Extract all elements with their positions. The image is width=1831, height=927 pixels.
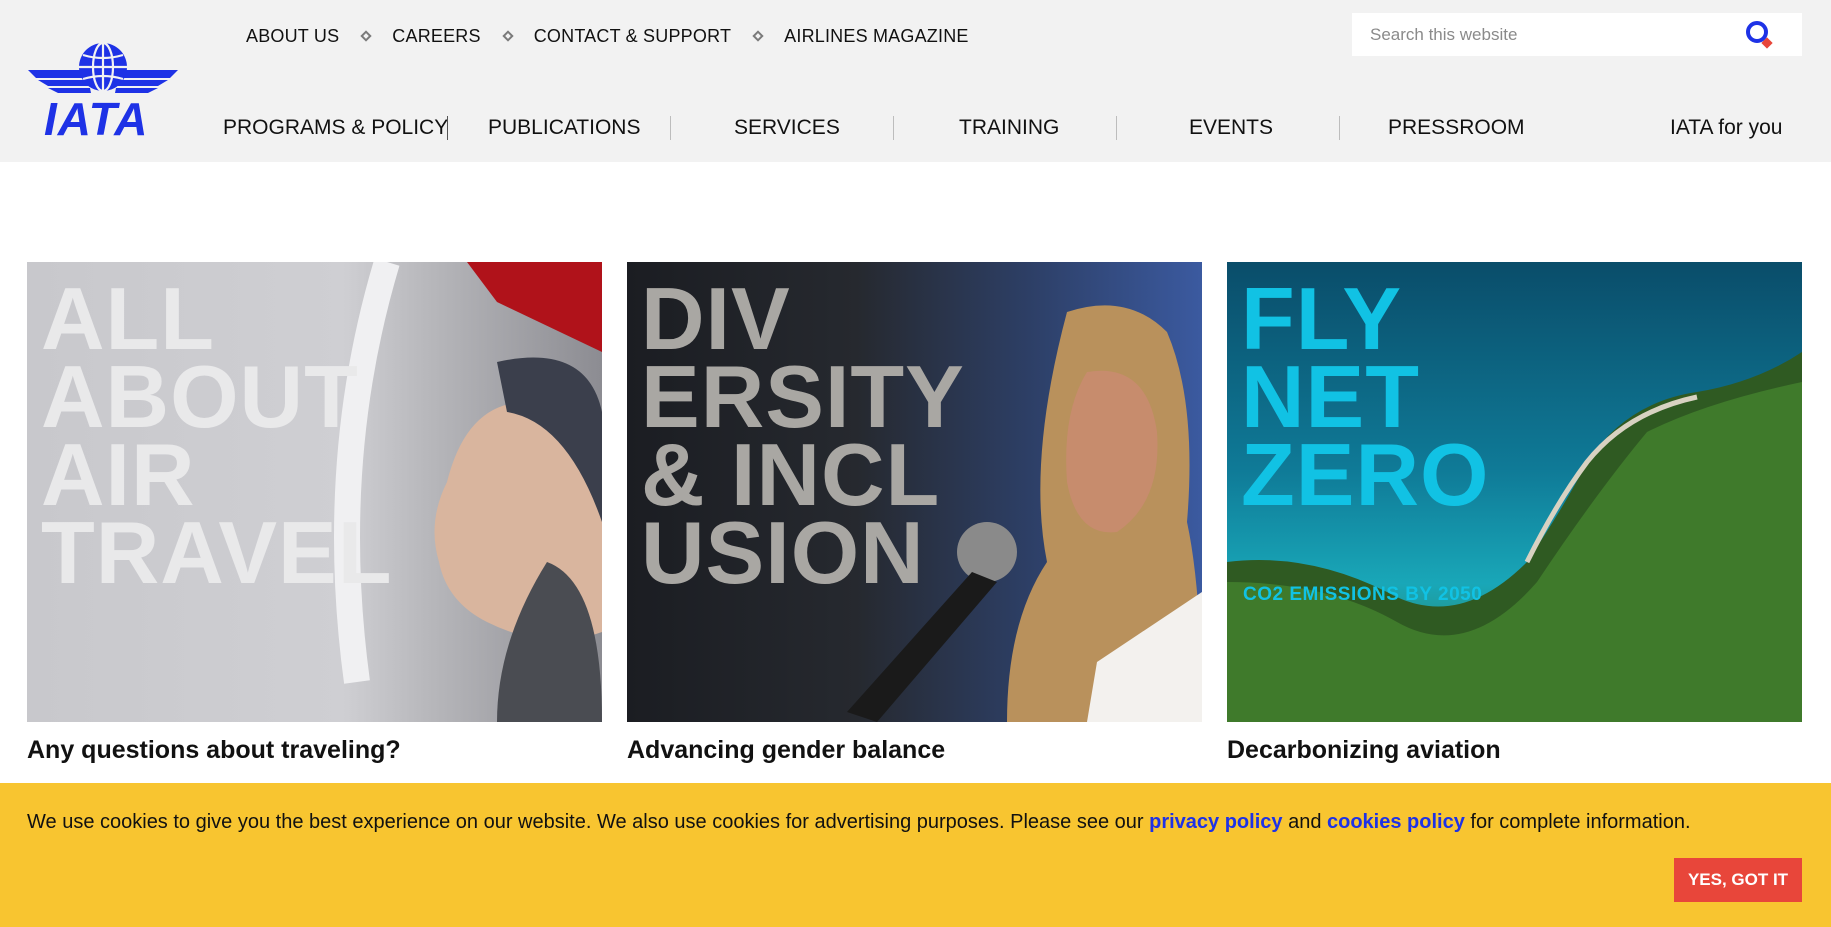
cookies-policy-link[interactable]: cookies policy (1327, 811, 1465, 833)
card-image-subtext: CO2 EMISSIONS BY 2050 (1243, 584, 1483, 605)
search-button[interactable] (1744, 19, 1778, 51)
nav-programs-policy[interactable]: PROGRAMS & POLICY (223, 110, 448, 146)
nav-publications[interactable]: PUBLICATIONS (488, 110, 640, 146)
search-box (1352, 13, 1802, 56)
main-nav: PROGRAMS & POLICY PUBLICATIONS SERVICES … (210, 110, 1810, 146)
nav-services[interactable]: SERVICES (734, 110, 840, 146)
card-image-text: ALL ABOUT AIR TRAVEL (41, 269, 393, 602)
util-link-about-us[interactable]: ABOUT US (246, 26, 339, 47)
card-title[interactable]: Decarbonizing aviation (1227, 736, 1501, 765)
diamond-separator-icon (502, 30, 514, 42)
logo-wordmark: IATA (44, 93, 149, 145)
accept-cookies-button[interactable]: YES, GOT IT (1674, 858, 1802, 902)
cookie-text-middle: and (1282, 811, 1327, 833)
card-image-net-zero: FLY NET ZERO CO2 EMISSIONS BY 2050 (1227, 262, 1802, 722)
site-header: IATA ABOUT US CAREERS CONTACT & SUPPORT … (0, 0, 1831, 162)
diamond-separator-icon (360, 30, 372, 42)
nav-iata-for-you[interactable]: IATA for you (1670, 110, 1782, 146)
diamond-separator-icon (752, 30, 764, 42)
card-air-travel[interactable]: ALL ABOUT AIR TRAVEL Any questions about… (27, 262, 602, 764)
util-link-contact-support[interactable]: CONTACT & SUPPORT (534, 26, 731, 47)
nav-divider (893, 116, 894, 140)
card-title[interactable]: Any questions about traveling? (27, 736, 401, 765)
nav-events[interactable]: EVENTS (1189, 110, 1273, 146)
cookie-text-after: for complete information. (1464, 811, 1691, 833)
nav-divider (447, 116, 448, 140)
card-title[interactable]: Advancing gender balance (627, 736, 945, 765)
card-image-air-travel: ALL ABOUT AIR TRAVEL (27, 262, 602, 722)
util-link-careers[interactable]: CAREERS (392, 26, 480, 47)
card-gender-balance[interactable]: DIV ERSITY & INCL USION Advancing gender… (627, 262, 1202, 764)
card-image-text: FLY NET ZERO (1241, 269, 1490, 524)
cookie-text-before: We use cookies to give you the best expe… (27, 811, 1150, 833)
cookie-banner: We use cookies to give you the best expe… (0, 783, 1831, 927)
utility-nav: ABOUT US CAREERS CONTACT & SUPPORT AIRLI… (246, 22, 969, 50)
nav-divider (1339, 116, 1340, 140)
card-decarbonizing[interactable]: FLY NET ZERO CO2 EMISSIONS BY 2050 Decar… (1227, 262, 1802, 764)
nav-pressroom[interactable]: PRESSROOM (1388, 110, 1525, 146)
iata-logo[interactable]: IATA (26, 40, 180, 144)
nav-training[interactable]: TRAINING (959, 110, 1059, 146)
search-icon (1746, 21, 1773, 49)
nav-divider (1116, 116, 1117, 140)
search-input[interactable] (1352, 13, 1732, 56)
card-image-diversity: DIV ERSITY & INCL USION (627, 262, 1202, 722)
util-link-airlines-magazine[interactable]: AIRLINES MAGAZINE (784, 26, 968, 47)
card-image-text: DIV ERSITY & INCL USION (641, 269, 965, 602)
cookie-message: We use cookies to give you the best expe… (27, 811, 1691, 834)
nav-divider (670, 116, 671, 140)
privacy-policy-link[interactable]: privacy policy (1149, 811, 1282, 833)
